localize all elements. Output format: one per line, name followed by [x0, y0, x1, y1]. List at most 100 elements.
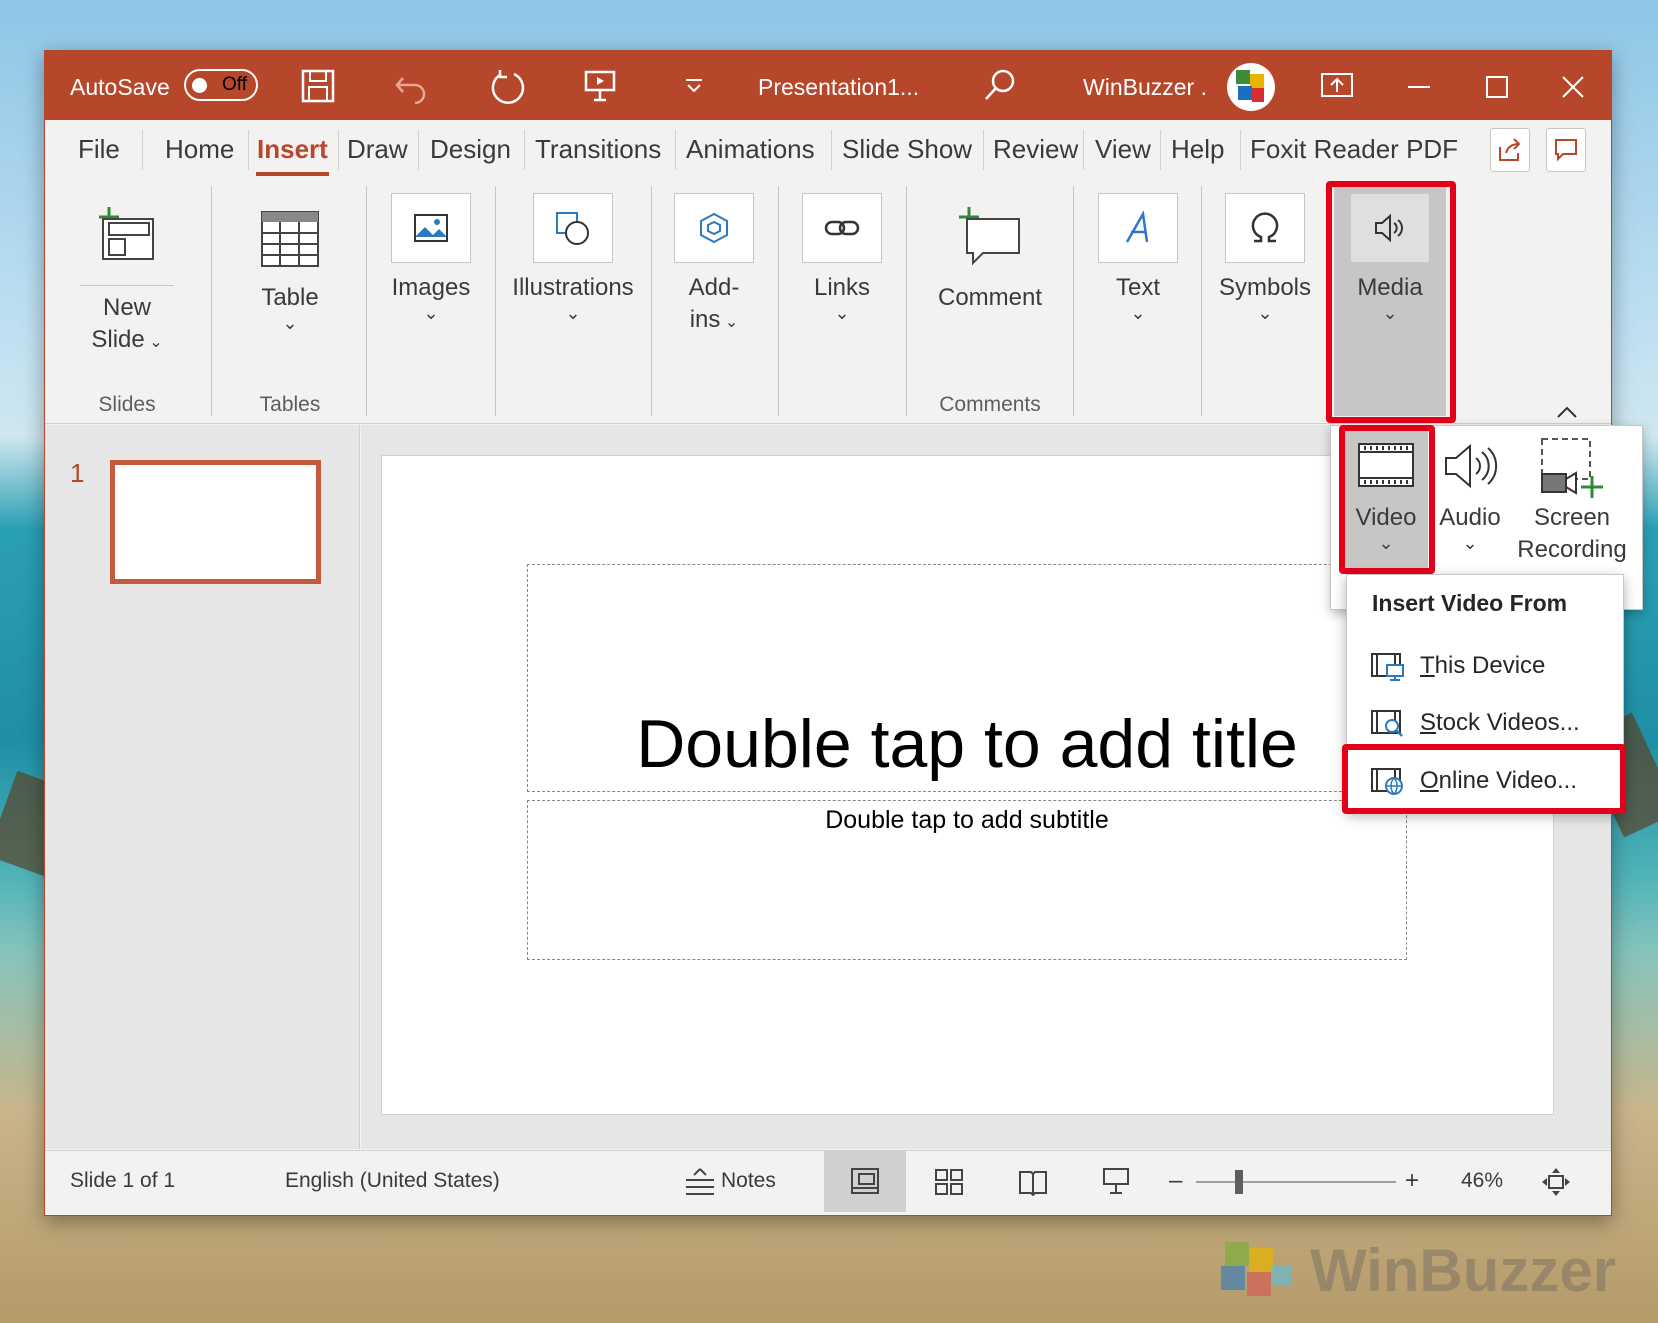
- audio-speaker-icon[interactable]: [1442, 440, 1498, 492]
- image-icon: [414, 214, 448, 242]
- tab-animations[interactable]: Animations: [686, 122, 815, 176]
- table-button[interactable]: Table ⌄: [240, 282, 340, 332]
- group-divider: [495, 186, 496, 416]
- menu-header: Insert Video From: [1372, 590, 1568, 616]
- tab-divider: [983, 130, 984, 170]
- tab-foxit-reader-pdf[interactable]: Foxit Reader PDF: [1250, 122, 1458, 176]
- maximize-icon[interactable]: [1482, 72, 1512, 102]
- tab-file[interactable]: File: [78, 122, 120, 176]
- comment-button[interactable]: Comment: [920, 282, 1060, 314]
- shapes-icon: [556, 212, 589, 245]
- slideshow-view-icon[interactable]: [1101, 1166, 1131, 1196]
- tab-view[interactable]: View: [1095, 122, 1151, 176]
- images-button[interactable]: Images ⌄: [381, 272, 481, 322]
- zoom-level[interactable]: 46%: [1461, 1150, 1503, 1212]
- split-divider: [80, 285, 174, 286]
- links-button[interactable]: Links ⌄: [792, 272, 892, 322]
- addins-icon: [700, 212, 728, 244]
- links-icon-box: [802, 193, 882, 263]
- ribbon-display-options-icon[interactable]: [1320, 70, 1354, 100]
- comment-icon: [1555, 139, 1577, 162]
- chevron-down-icon: ⌄: [1257, 303, 1273, 323]
- notes-button[interactable]: Notes: [683, 1150, 776, 1212]
- zoom-slider-track[interactable]: [1196, 1181, 1396, 1183]
- table-icon: [261, 211, 319, 267]
- this-device-icon: [1371, 653, 1404, 681]
- omega-icon: [1251, 212, 1279, 243]
- images-icon-box: [391, 193, 471, 263]
- watermark-text: WinBuzzer: [1310, 1237, 1617, 1304]
- new-slide-icon: [99, 207, 154, 260]
- search-icon[interactable]: [983, 68, 1017, 102]
- chevron-down-icon: ⌄: [1130, 303, 1146, 323]
- audio-button[interactable]: Audio ⌄: [1432, 502, 1508, 552]
- subtitle-placeholder-text: Double tap to add subtitle: [825, 806, 1109, 834]
- tab-design[interactable]: Design: [430, 122, 511, 176]
- zoom-out-button[interactable]: –: [1169, 1150, 1182, 1212]
- zoom-slider-thumb[interactable]: [1235, 1170, 1243, 1194]
- new-slide-label: Slide: [91, 326, 145, 353]
- highlight-video: [1339, 425, 1435, 574]
- winbuzzer-logo: [1221, 1242, 1291, 1296]
- tab-draw[interactable]: Draw: [347, 122, 408, 176]
- document-title: Presentation1...: [758, 73, 920, 100]
- chevron-down-icon: ⌄: [1462, 533, 1478, 553]
- close-icon[interactable]: [1558, 72, 1588, 102]
- slide-sorter-icon[interactable]: [934, 1168, 964, 1196]
- undo-icon[interactable]: [393, 68, 429, 104]
- group-divider: [1073, 186, 1074, 416]
- text-label: Text: [1115, 274, 1160, 301]
- illustrations-button[interactable]: Illustrations ⌄: [508, 272, 638, 322]
- customize-toolbar-icon[interactable]: [684, 76, 704, 96]
- comment-label: Comment: [937, 284, 1043, 311]
- chevron-down-icon: ⌄: [834, 303, 850, 323]
- tab-review[interactable]: Review: [993, 122, 1078, 176]
- tab-help[interactable]: Help: [1171, 122, 1224, 176]
- zoom-in-button[interactable]: +: [1405, 1150, 1419, 1212]
- chevron-down-icon: ⌄: [423, 303, 439, 323]
- fit-slide-icon[interactable]: [1540, 1166, 1572, 1198]
- toggle-knob: [192, 78, 207, 93]
- reading-view-icon[interactable]: [1018, 1168, 1048, 1196]
- tab-slide-show[interactable]: Slide Show: [842, 122, 972, 176]
- menu-item-this-device[interactable]: This Device: [1370, 646, 1545, 686]
- comments-button[interactable]: [1546, 128, 1586, 172]
- addins-button[interactable]: Add- ins ⌄: [664, 272, 764, 339]
- menu-item-stock-videos[interactable]: Stock Videos...: [1370, 703, 1580, 743]
- new-slide-button[interactable]: New Slide ⌄: [80, 292, 174, 359]
- collapse-ribbon-icon[interactable]: [1555, 404, 1579, 420]
- tab-divider: [418, 130, 419, 170]
- user-name[interactable]: WinBuzzer .: [1083, 52, 1207, 122]
- text-icon: [1125, 210, 1149, 243]
- screen-recording-label: Screen: [1533, 504, 1611, 531]
- present-icon[interactable]: [582, 68, 618, 104]
- language-indicator[interactable]: English (United States): [285, 1150, 500, 1212]
- autosave-toggle[interactable]: Off: [184, 69, 258, 101]
- minimize-icon[interactable]: [1404, 72, 1434, 102]
- addins-label: Add-: [688, 274, 740, 301]
- screen-recording-button[interactable]: Screen Recording: [1508, 502, 1636, 566]
- notes-icon: [686, 1168, 714, 1195]
- save-icon[interactable]: [300, 68, 336, 104]
- addins-label: ins: [689, 306, 721, 333]
- highlight-media: [1326, 181, 1456, 423]
- tab-transitions[interactable]: Transitions: [535, 122, 661, 176]
- symbols-button[interactable]: Symbols ⌄: [1215, 272, 1315, 322]
- redo-icon[interactable]: [488, 68, 526, 106]
- title-placeholder-text: Double tap to add title: [636, 706, 1298, 782]
- tab-insert[interactable]: Insert: [257, 122, 328, 176]
- tab-home[interactable]: Home: [165, 122, 234, 176]
- slide-thumbnail[interactable]: [110, 460, 321, 584]
- text-button[interactable]: Text ⌄: [1088, 272, 1188, 322]
- links-label: Links: [813, 274, 871, 301]
- avatar[interactable]: [1226, 62, 1276, 112]
- share-icon: [1499, 138, 1521, 161]
- share-button[interactable]: [1490, 128, 1530, 172]
- symbols-label: Symbols: [1218, 274, 1312, 301]
- autosave-label: AutoSave: [70, 73, 170, 100]
- screen-recording-icon: [1541, 438, 1603, 498]
- tab-divider: [1240, 130, 1241, 170]
- group-divider: [778, 186, 779, 416]
- normal-view-button[interactable]: [824, 1150, 906, 1212]
- slide-number: 1: [70, 458, 85, 488]
